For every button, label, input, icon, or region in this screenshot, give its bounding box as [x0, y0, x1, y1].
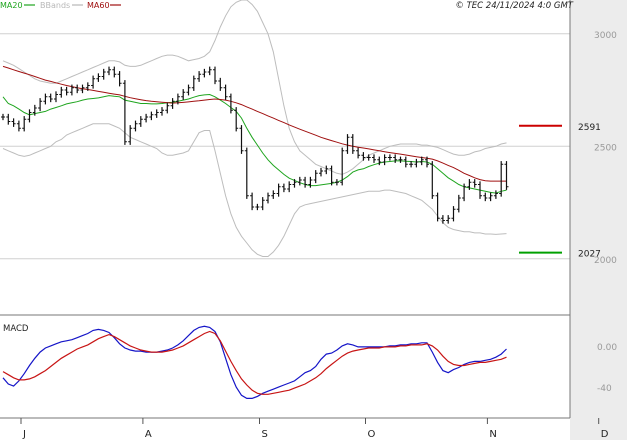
- month-label: A: [145, 429, 152, 440]
- legend-bbands-label: BBands: [40, 1, 70, 10]
- price-tick-label: 2500: [594, 143, 617, 153]
- month-label: O: [368, 429, 376, 440]
- month-label: S: [262, 429, 268, 440]
- stock-chart: 25912027 200025003000 MACD 0.00-40 JASON…: [0, 0, 627, 440]
- macd-tick-label: -40: [597, 384, 612, 394]
- price-tick-label: 2000: [594, 256, 617, 266]
- legend-ma20-label: MA20: [0, 1, 23, 10]
- month-label: D: [601, 429, 609, 440]
- month-label: N: [489, 429, 496, 440]
- plot-background: [0, 0, 570, 440]
- legend-ma60-label: MA60: [87, 1, 110, 10]
- price-tick-label: 3000: [594, 31, 617, 41]
- y-axis-panel: [570, 0, 627, 440]
- month-label: J: [22, 429, 26, 440]
- copyright-text: © TEC 24/11/2024 4:0 GMT: [455, 1, 573, 11]
- macd-tick-label: 0.00: [597, 343, 617, 353]
- level-label: 2591: [578, 123, 601, 133]
- macd-panel-label: MACD: [3, 324, 29, 334]
- legend: MA20 BBands MA60: [0, 1, 121, 10]
